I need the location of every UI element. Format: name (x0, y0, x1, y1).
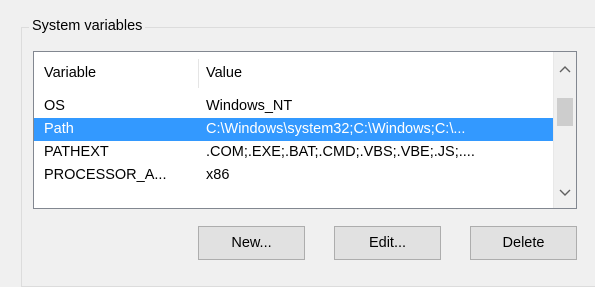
scroll-down-button[interactable] (554, 182, 576, 204)
table-row[interactable]: PROCESSOR_A... x86 (34, 164, 553, 187)
edit-button[interactable]: Edit... (334, 226, 441, 260)
variable-value-cell: Windows_NT (206, 98, 293, 114)
variable-rows: OS Windows_NT Path C:\Windows\system32;C… (34, 95, 553, 187)
column-header-value[interactable]: Value (206, 52, 242, 95)
system-variables-list[interactable]: Variable Value OS Windows_NT Path C:\Win… (33, 51, 577, 209)
delete-button[interactable]: Delete (470, 226, 577, 260)
chevron-up-icon (559, 66, 571, 73)
variable-value-cell: C:\Windows\system32;C:\Windows;C:\... (206, 121, 466, 137)
variable-name-cell: PATHEXT (44, 144, 109, 160)
table-row-selected[interactable]: Path C:\Windows\system32;C:\Windows;C:\.… (34, 118, 553, 141)
scrollbar-thumb[interactable] (557, 98, 573, 126)
table-row[interactable]: PATHEXT .COM;.EXE;.BAT;.CMD;.VBS;.VBE;.J… (34, 141, 553, 164)
chevron-down-icon (559, 189, 571, 196)
table-row[interactable]: OS Windows_NT (34, 95, 553, 118)
list-header: Variable Value (34, 52, 553, 95)
scroll-up-button[interactable] (554, 58, 576, 80)
variable-name-cell: Path (44, 121, 74, 137)
column-header-variable[interactable]: Variable (44, 52, 96, 95)
new-button[interactable]: New... (198, 226, 305, 260)
variable-name-cell: PROCESSOR_A... (44, 167, 167, 183)
variable-value-cell: x86 (206, 167, 230, 183)
system-variables-title: System variables (29, 17, 146, 35)
vertical-scrollbar[interactable] (553, 52, 576, 208)
column-separator[interactable] (198, 59, 199, 88)
variable-name-cell: OS (44, 98, 65, 114)
variable-value-cell: .COM;.EXE;.BAT;.CMD;.VBS;.VBE;.JS;.... (206, 144, 475, 160)
